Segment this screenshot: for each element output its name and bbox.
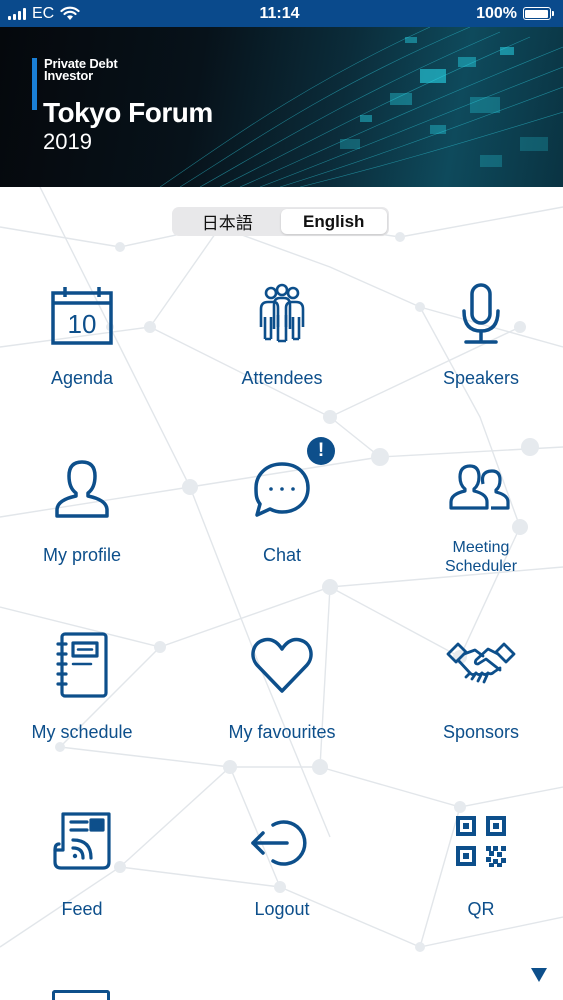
my-schedule-label: My schedule bbox=[31, 722, 133, 742]
battery-percent: 100% bbox=[476, 4, 517, 22]
meeting-label-line2: Scheduler bbox=[444, 558, 518, 575]
menu-tile-qr[interactable]: QR bbox=[387, 810, 563, 970]
menu-tile-chat[interactable]: ! Chat bbox=[188, 437, 376, 618]
two-users-icon bbox=[446, 458, 516, 528]
sponsors-label: Sponsors bbox=[442, 722, 520, 742]
menu-tile-attendees[interactable]: Attendees bbox=[188, 283, 376, 443]
menu-tile-sponsors[interactable]: Sponsors bbox=[387, 632, 563, 792]
status-right: 100% bbox=[381, 4, 554, 23]
chat-notification-badge: ! bbox=[307, 437, 335, 465]
feed-label: Feed bbox=[61, 899, 103, 919]
calendar-day: 10 bbox=[68, 309, 97, 339]
battery-icon bbox=[522, 7, 554, 20]
menu-tile-my-profile[interactable]: My profile bbox=[0, 458, 176, 618]
meeting-label-line1: Meeting bbox=[452, 539, 510, 556]
clock: 11:14 bbox=[259, 4, 300, 22]
menu-tile-logout[interactable]: Logout bbox=[188, 810, 376, 970]
logout-arrow-icon bbox=[247, 810, 317, 880]
menu-tile-my-schedule[interactable]: My schedule bbox=[0, 632, 176, 792]
wifi-icon bbox=[60, 6, 80, 20]
event-banner: Private Debt Investor Tokyo Forum 2019 bbox=[0, 27, 563, 187]
handshake-icon bbox=[446, 632, 516, 702]
speakers-label: Speakers bbox=[442, 368, 520, 388]
menu-tile-speakers[interactable]: Speakers bbox=[387, 283, 563, 443]
my-favourites-label: My favourites bbox=[228, 722, 336, 742]
language-option-english[interactable]: English bbox=[280, 209, 387, 234]
user-icon bbox=[47, 458, 117, 528]
menu-tile-feed[interactable]: Feed bbox=[0, 810, 176, 970]
notebook-icon bbox=[47, 632, 117, 702]
status-bar: EC 11:14 100% bbox=[0, 0, 563, 27]
menu-tile-my-favourites[interactable]: My favourites bbox=[188, 632, 376, 792]
my-profile-label: My profile bbox=[42, 545, 122, 565]
qr-code-icon bbox=[446, 810, 516, 880]
calendar-icon: 10 bbox=[47, 283, 117, 353]
next-row-icon-partial bbox=[52, 990, 110, 1000]
heart-icon bbox=[247, 632, 317, 702]
people-group-icon bbox=[247, 283, 317, 353]
logout-label: Logout bbox=[254, 899, 310, 919]
status-left: EC bbox=[8, 5, 178, 23]
attendees-label: Attendees bbox=[241, 368, 323, 388]
menu-tile-meeting-scheduler[interactable]: Meeting Scheduler bbox=[387, 458, 563, 618]
event-title: Tokyo Forum bbox=[43, 97, 213, 128]
carrier-label: EC bbox=[32, 4, 55, 22]
rss-document-icon bbox=[47, 810, 117, 880]
brand-line-2: Investor bbox=[44, 68, 93, 83]
qr-label: QR bbox=[467, 899, 495, 919]
language-switch: 日本語 English bbox=[172, 207, 389, 236]
chat-label: Chat bbox=[262, 545, 302, 565]
event-year: 2019 bbox=[43, 129, 92, 154]
language-option-japanese[interactable]: 日本語 bbox=[174, 209, 281, 234]
signal-icon bbox=[8, 7, 26, 20]
brand-accent-bar bbox=[32, 58, 37, 110]
microphone-icon bbox=[446, 283, 516, 353]
menu-tile-agenda[interactable]: 10 Agenda bbox=[0, 283, 176, 443]
agenda-label: Agenda bbox=[50, 368, 114, 388]
scroll-down-arrow-icon[interactable] bbox=[531, 968, 547, 982]
chat-bubble-icon bbox=[247, 458, 317, 528]
